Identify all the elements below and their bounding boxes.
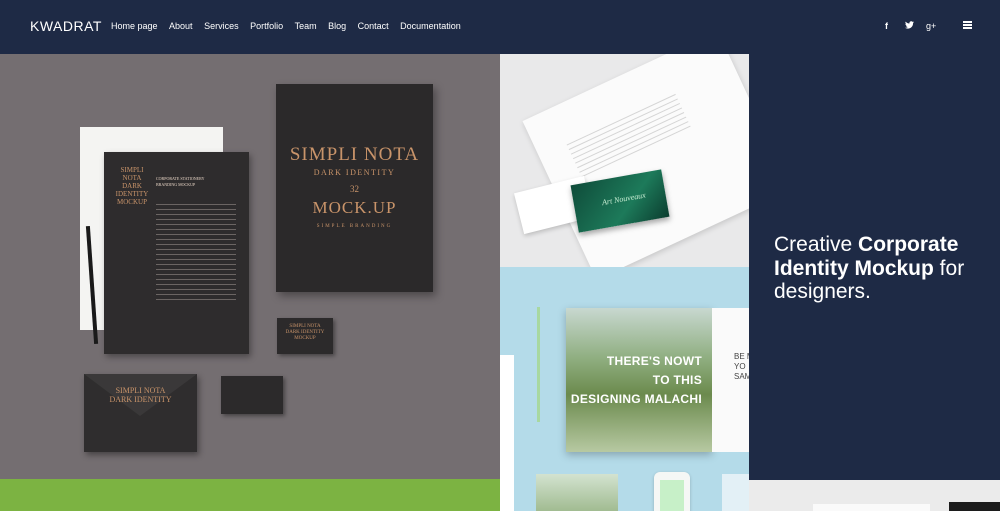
envelope-logo: SIMPLI NOTA DARK IDENTITY bbox=[109, 386, 172, 404]
white-edge bbox=[500, 355, 514, 511]
main-nav: Home page About Services Portfolio Team … bbox=[111, 21, 472, 31]
nav-services[interactable]: Services bbox=[204, 21, 239, 31]
twitter-icon[interactable] bbox=[905, 21, 914, 31]
phone-mockup bbox=[654, 472, 690, 511]
brochure-side-text: BE MY YO SAM bbox=[734, 352, 749, 381]
folder-number: 32 bbox=[350, 184, 359, 194]
envelope: SIMPLI NOTA DARK IDENTITY bbox=[84, 374, 197, 452]
letter-text-lines bbox=[156, 204, 236, 304]
nav-portfolio[interactable]: Portfolio bbox=[250, 21, 283, 31]
business-card-front: SIMPLI NOTA DARK IDENTITY MOCKUP bbox=[277, 318, 333, 354]
landscape-photo: THERE'S NOWT TO THIS DESIGNING MALACHI bbox=[566, 308, 712, 452]
folder-subtitle: DARK IDENTITY bbox=[313, 168, 396, 177]
folder-title: SIMPLI NOTA bbox=[289, 144, 420, 165]
nav-about[interactable]: About bbox=[169, 21, 193, 31]
top-navbar: KWADRAT Home page About Services Portfol… bbox=[0, 0, 1000, 54]
letterhead-logo: SIMPLI NOTA DARK IDENTITY MOCKUP bbox=[115, 166, 149, 206]
nav-team[interactable]: Team bbox=[295, 21, 317, 31]
stationery-mockup-image[interactable]: SIMPLI NOTA DARK IDENTITY MOCKUP CORPORA… bbox=[0, 54, 500, 511]
next-section-preview bbox=[749, 480, 1000, 511]
google-plus-icon[interactable]: g+ bbox=[926, 21, 936, 31]
hamburger-menu-icon[interactable] bbox=[963, 21, 972, 29]
letterhead-heading: CORPORATE STATIONERY BRANDING MOCKUP bbox=[156, 176, 205, 187]
photo-quote: THERE'S NOWT TO THIS DESIGNING MALACHI bbox=[570, 354, 702, 406]
facebook-icon[interactable]: f bbox=[885, 21, 888, 31]
business-card-back bbox=[221, 376, 283, 414]
green-pencil bbox=[537, 307, 540, 422]
nav-contact[interactable]: Contact bbox=[358, 21, 389, 31]
nav-blog[interactable]: Blog bbox=[328, 21, 346, 31]
dark-letterhead: SIMPLI NOTA DARK IDENTITY MOCKUP CORPORA… bbox=[104, 152, 249, 354]
letter-card-mockup-image[interactable]: Art Nouveaux bbox=[500, 54, 749, 267]
card-script-text: Art Nouveaux bbox=[601, 190, 647, 208]
nav-home-page[interactable]: Home page bbox=[111, 21, 158, 31]
presentation-folder: SIMPLI NOTA DARK IDENTITY 32 MOCK.UP SIM… bbox=[276, 84, 433, 292]
hero-headline: Creative Corporate Identity Mockup for d… bbox=[774, 233, 965, 303]
nav-documentation[interactable]: Documentation bbox=[400, 21, 461, 31]
mini-landscape bbox=[536, 474, 618, 511]
folder-tagline: SIMPLE BRANDING bbox=[316, 224, 393, 229]
site-logo[interactable]: KWADRAT bbox=[30, 18, 102, 34]
hero-text-panel: Creative Corporate Identity Mockup for d… bbox=[749, 54, 1000, 511]
folder-mockup-title: MOCK.UP bbox=[312, 198, 397, 217]
letter-lines bbox=[566, 93, 693, 181]
green-strip bbox=[0, 479, 500, 511]
white-letter bbox=[522, 54, 749, 267]
card-logo: SIMPLI NOTA DARK IDENTITY MOCKUP bbox=[285, 324, 325, 341]
brochure-mockup-image[interactable]: THERE'S NOWT TO THIS DESIGNING MALACHI B… bbox=[500, 267, 749, 511]
brochure-page: BE MY YO SAM bbox=[712, 308, 749, 452]
mini-card bbox=[722, 474, 749, 511]
